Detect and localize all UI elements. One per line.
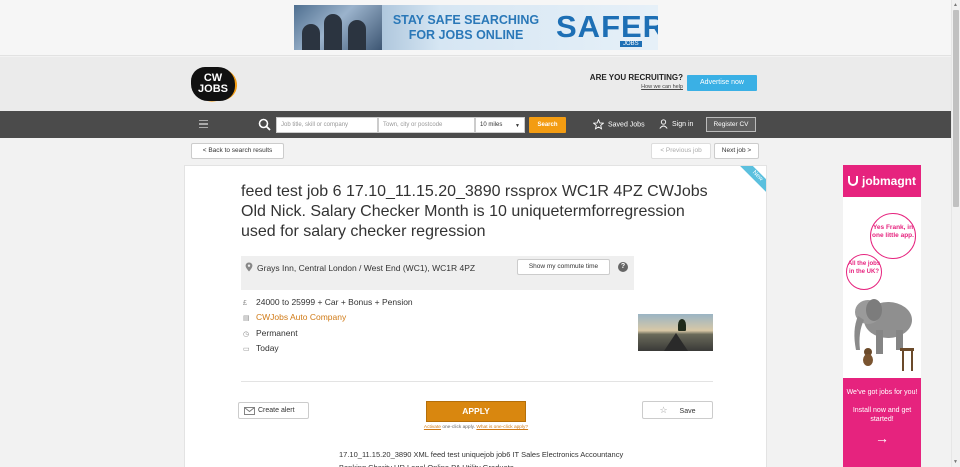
logo-line-2: JOBS (198, 83, 228, 95)
ad-people-image (294, 5, 382, 50)
site-header: CW JOBS ARE YOU RECRUITING? How we can h… (0, 57, 960, 111)
radius-select[interactable]: 10 miles ▼ (475, 117, 525, 133)
recruiting-question: ARE YOU RECRUITING? (589, 73, 683, 82)
ad-brand-sub: JOBS (620, 41, 642, 47)
company-row: ▤ CWJobs Auto Company (243, 312, 346, 324)
saved-jobs-label: Saved Jobs (608, 121, 645, 129)
cta-line-1: We've got jobs for you! (846, 389, 918, 396)
what-is-one-click-link[interactable]: What is one-click apply? (476, 425, 528, 430)
clock-icon: ◷ (243, 331, 250, 338)
register-cv-button[interactable]: Register CV (706, 117, 756, 132)
cta-line-2: Install now and get started! (852, 407, 912, 423)
keywords-input[interactable]: Job title, skill or company (276, 117, 378, 133)
posted-row: ▭ Today (243, 343, 279, 355)
job-location: Grays Inn, Central London / West End (WC… (257, 263, 476, 273)
create-alert-button[interactable]: Create alert (238, 402, 309, 419)
sign-in-link[interactable]: Sign in (659, 119, 693, 130)
saved-jobs-link[interactable]: Saved Jobs (592, 118, 645, 130)
posted-date: Today (256, 343, 279, 353)
top-ad-zone: STAY SAFE SEARCHING FOR JOBS ONLINE SAFE… (0, 0, 960, 56)
new-badge-label: New (740, 166, 766, 194)
search-icon[interactable] (258, 118, 271, 131)
image-road-shape (664, 333, 688, 351)
ad-line-2: FOR JOBS ONLINE (408, 28, 524, 42)
envelope-icon (244, 407, 255, 415)
show-commute-button[interactable]: Show my commute time (517, 259, 610, 275)
save-job-button[interactable]: ☆ Save (642, 401, 713, 419)
jobmagnt-brand: jobmagnt (862, 174, 916, 188)
company-link[interactable]: CWJobs Auto Company (256, 312, 346, 322)
create-alert-label: Create alert (258, 407, 295, 414)
recruiting-block: ARE YOU RECRUITING? How we can help (580, 73, 683, 90)
advertise-now-button[interactable]: Advertise now (687, 75, 757, 91)
radius-value: 10 miles (480, 122, 503, 128)
search-button[interactable]: Search (529, 117, 566, 133)
magnet-icon (848, 176, 858, 186)
speech-bubble-2: All the jobs in the UK? (846, 254, 882, 290)
safer-jobs-banner-ad[interactable]: STAY SAFE SEARCHING FOR JOBS ONLINE SAFE… (294, 5, 658, 50)
job-details-card: New feed test job 6 17.10_11.15.20_3890 … (184, 165, 767, 467)
one-click-apply-note: Activate one-click apply. What is one-cl… (411, 425, 541, 430)
scroll-down-icon[interactable]: ▼ (953, 459, 958, 465)
speech-bubble-1: Yes Frank, in one little app. (870, 213, 916, 259)
ad-line-1: STAY SAFE SEARCHING (392, 13, 540, 27)
elephant-illustration (854, 299, 914, 371)
image-tree-shape (678, 319, 686, 331)
cwjobs-logo[interactable]: CW JOBS (191, 66, 241, 104)
chevron-down-icon: ▼ (515, 123, 520, 129)
salary-row: £24000 to 25999 + Car + Bonus + Pension (243, 297, 413, 309)
arrow-right-icon: → (875, 430, 889, 446)
pound-icon: £ (243, 300, 247, 307)
ad-brand: SAFER (556, 9, 658, 44)
scroll-up-icon[interactable]: ▲ (953, 2, 958, 8)
scroll-thumb[interactable] (953, 10, 959, 207)
job-description: 17.10_11.15.20_3890 XML feed test unique… (339, 450, 624, 467)
divider (241, 381, 713, 382)
jobmagnt-side-ad[interactable]: jobmagnt Yes Frank, in one little app. A… (843, 165, 921, 467)
next-job-button[interactable]: Next job > (714, 143, 759, 159)
calendar-icon: ▭ (243, 346, 250, 353)
building-icon: ▤ (243, 315, 250, 322)
jobmagnt-cta: We've got jobs for you! Install now and … (843, 378, 921, 467)
how-we-can-help-link[interactable]: How we can help (580, 84, 683, 90)
user-icon (659, 119, 668, 129)
help-icon[interactable]: ? (618, 262, 628, 272)
menu-icon[interactable] (199, 120, 208, 128)
location-pin-icon (245, 262, 253, 272)
location-input[interactable]: Town, city or postcode (378, 117, 475, 133)
job-type: Permanent (256, 328, 298, 338)
job-salary: 24000 to 25999 + Car + Bonus + Pension (256, 297, 413, 307)
job-title: feed test job 6 17.10_11.15.20_3890 rssp… (241, 183, 708, 240)
search-nav-bar: Job title, skill or company Town, city o… (0, 111, 960, 138)
apply-button[interactable]: APPLY (426, 401, 526, 422)
save-label: Save (679, 408, 696, 415)
new-badge: New (740, 166, 766, 194)
location-box: Grays Inn, Central London / West End (WC… (241, 256, 634, 290)
ad-headline: STAY SAFE SEARCHING FOR JOBS ONLINE (386, 13, 546, 43)
page-scrollbar[interactable]: ▲ ▼ (951, 0, 960, 467)
back-to-results-button[interactable]: < Back to search results (191, 143, 284, 159)
previous-job-button[interactable]: < Previous job (651, 143, 711, 159)
logo-mark: CW JOBS (191, 67, 235, 101)
jobmagnt-header: jobmagnt (843, 165, 921, 197)
one-click-text: one-click apply. (440, 425, 477, 430)
activate-link[interactable]: Activate (424, 425, 441, 430)
star-icon (592, 118, 605, 130)
company-banner-image (638, 314, 713, 351)
job-type-row: ◷ Permanent (243, 328, 298, 340)
star-outline-icon: ☆ (659, 405, 668, 415)
sign-in-label: Sign in (672, 121, 694, 128)
